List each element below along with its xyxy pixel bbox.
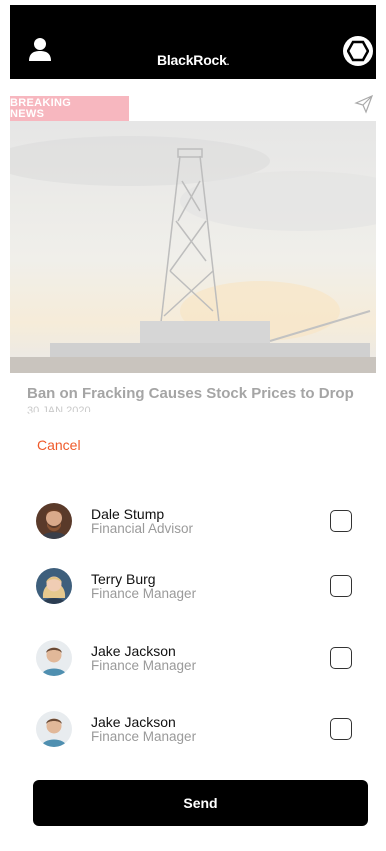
contact-row[interactable]: Dale Stump Financial Advisor — [10, 503, 386, 543]
contact-checkbox[interactable] — [330, 510, 352, 532]
news-article: BREAKING NEWS Ban on Fracking Causes Sto… — [10, 79, 376, 419]
share-sheet: Cancel Dale Stump Financial Advisor Terr… — [10, 412, 386, 851]
contact-checkbox[interactable] — [330, 575, 352, 597]
avatar — [36, 711, 72, 747]
contact-name: Terry Burg — [91, 571, 156, 587]
contact-row[interactable]: Jake Jackson Finance Manager — [10, 711, 386, 751]
contact-role: Financial Advisor — [91, 521, 194, 536]
contact-name: Dale Stump — [91, 506, 165, 522]
contact-name: Jake Jackson — [91, 714, 176, 730]
article-hero-image — [10, 121, 376, 373]
avatar — [36, 640, 72, 676]
contact-role: Finance Manager — [91, 658, 197, 673]
breaking-news-badge: BREAKING NEWS — [10, 96, 129, 122]
brand-logo: BlackRock. — [156, 52, 230, 68]
hexagon-icon[interactable] — [343, 36, 373, 66]
avatar — [36, 503, 72, 539]
contact-role: Finance Manager — [91, 729, 197, 744]
send-button[interactable]: Send — [33, 780, 368, 826]
contact-checkbox[interactable] — [330, 647, 352, 669]
app-header: BlackRock. — [10, 5, 376, 79]
contact-checkbox[interactable] — [330, 718, 352, 740]
contact-row[interactable]: Terry Burg Finance Manager — [10, 568, 386, 608]
contact-row[interactable]: Jake Jackson Finance Manager — [10, 640, 386, 680]
paper-plane-icon[interactable] — [354, 94, 374, 114]
avatar — [36, 568, 72, 604]
cancel-button[interactable]: Cancel — [37, 437, 81, 453]
contact-name: Jake Jackson — [91, 643, 176, 659]
contact-role: Finance Manager — [91, 586, 197, 601]
article-title[interactable]: Ban on Fracking Causes Stock Prices to D… — [27, 385, 354, 402]
